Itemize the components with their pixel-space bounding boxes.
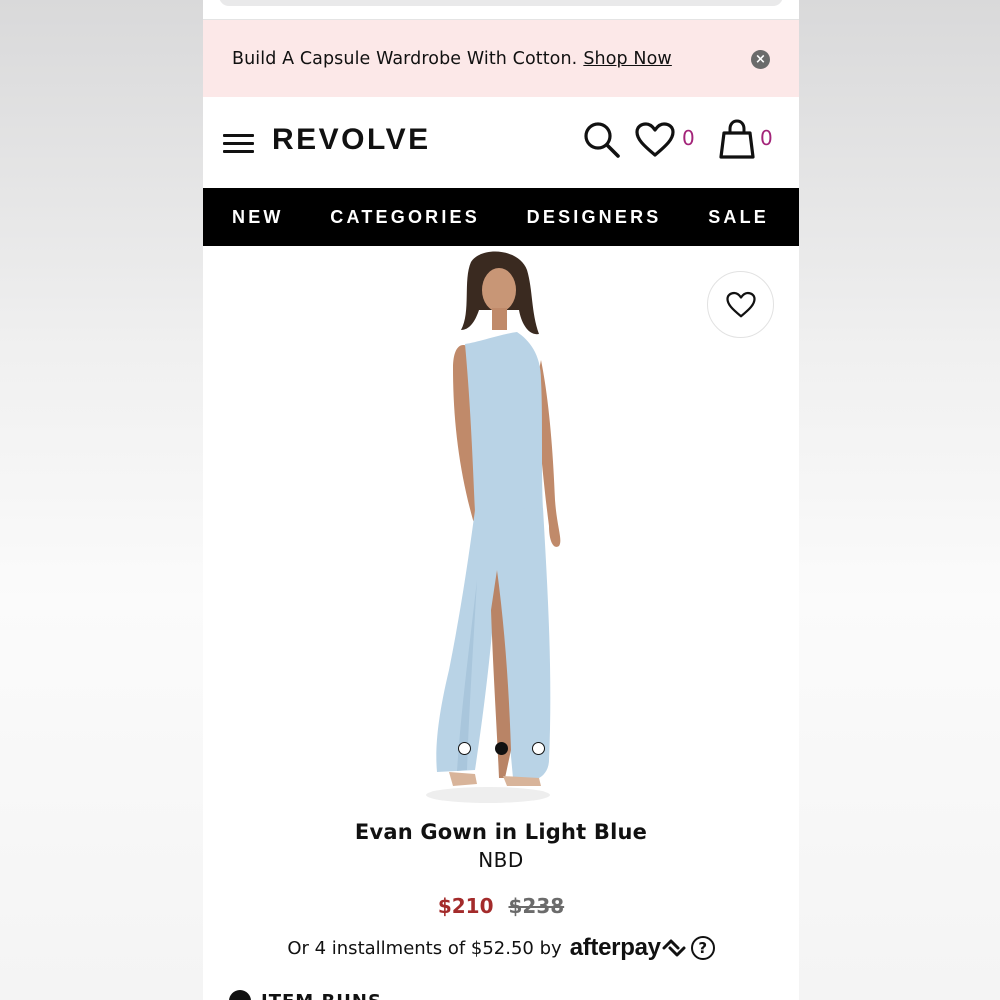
product-info: Evan Gown in Light Blue NBD $210 $238 Or… bbox=[203, 820, 799, 962]
afterpay-logo: afterpay bbox=[569, 934, 661, 961]
carousel-dot-active[interactable] bbox=[494, 742, 508, 755]
product-image[interactable] bbox=[393, 250, 613, 806]
heart-icon bbox=[726, 291, 756, 318]
add-to-wishlist-button[interactable] bbox=[707, 271, 774, 338]
fit-info-row: ITEM RUNS bbox=[229, 990, 382, 1000]
site-header: REVOLVE 0 0 bbox=[203, 97, 799, 188]
carousel-dot[interactable] bbox=[531, 742, 545, 755]
promo-banner: Build A Capsule Wardrobe With Cotton. Sho… bbox=[203, 20, 799, 97]
address-bar[interactable] bbox=[219, 0, 783, 6]
search-icon[interactable] bbox=[583, 121, 621, 159]
wishlist-count: 0 bbox=[682, 126, 695, 150]
sale-price: $210 bbox=[437, 894, 494, 918]
carousel-dot[interactable] bbox=[457, 742, 471, 755]
promo-text: Build A Capsule Wardrobe With Cotton. Sho… bbox=[232, 49, 672, 69]
cart-count: 0 bbox=[760, 126, 773, 150]
nav-item-sale[interactable]: SALE bbox=[708, 207, 769, 228]
info-icon bbox=[229, 990, 251, 1000]
price-row: $210 $238 bbox=[203, 894, 799, 918]
shopping-bag-icon[interactable] bbox=[718, 119, 756, 159]
carousel-dots bbox=[203, 742, 799, 755]
help-icon[interactable]: ? bbox=[690, 936, 715, 960]
menu-icon[interactable] bbox=[223, 134, 254, 153]
nav-item-categories[interactable]: CATEGORIES bbox=[330, 207, 480, 228]
phone-screen: Build A Capsule Wardrobe With Cotton. Sho… bbox=[203, 0, 799, 1000]
fit-info-text: ITEM RUNS bbox=[261, 991, 382, 1000]
shop-now-link[interactable]: Shop Now bbox=[583, 49, 672, 69]
promo-message: Build A Capsule Wardrobe With Cotton. bbox=[232, 48, 578, 69]
site-logo[interactable]: REVOLVE bbox=[272, 123, 431, 157]
product-image-carousel[interactable] bbox=[203, 246, 799, 806]
afterpay-loop-icon bbox=[662, 939, 686, 957]
product-title: Evan Gown in Light Blue bbox=[354, 820, 648, 844]
browser-top-bar bbox=[203, 0, 799, 20]
close-icon[interactable]: × bbox=[751, 50, 770, 69]
nav-item-designers[interactable]: DESIGNERS bbox=[527, 207, 662, 228]
product-brand[interactable]: NBD bbox=[203, 848, 799, 872]
main-nav: NEW CATEGORIES DESIGNERS SALE bbox=[203, 188, 799, 246]
nav-item-new[interactable]: NEW bbox=[232, 207, 284, 228]
installments-text: Or 4 installments of $52.50 by bbox=[287, 937, 562, 959]
heart-icon[interactable] bbox=[635, 122, 675, 158]
original-price: $238 bbox=[508, 894, 565, 918]
afterpay-installments: Or 4 installments of $52.50 by afterpay … bbox=[203, 934, 799, 962]
